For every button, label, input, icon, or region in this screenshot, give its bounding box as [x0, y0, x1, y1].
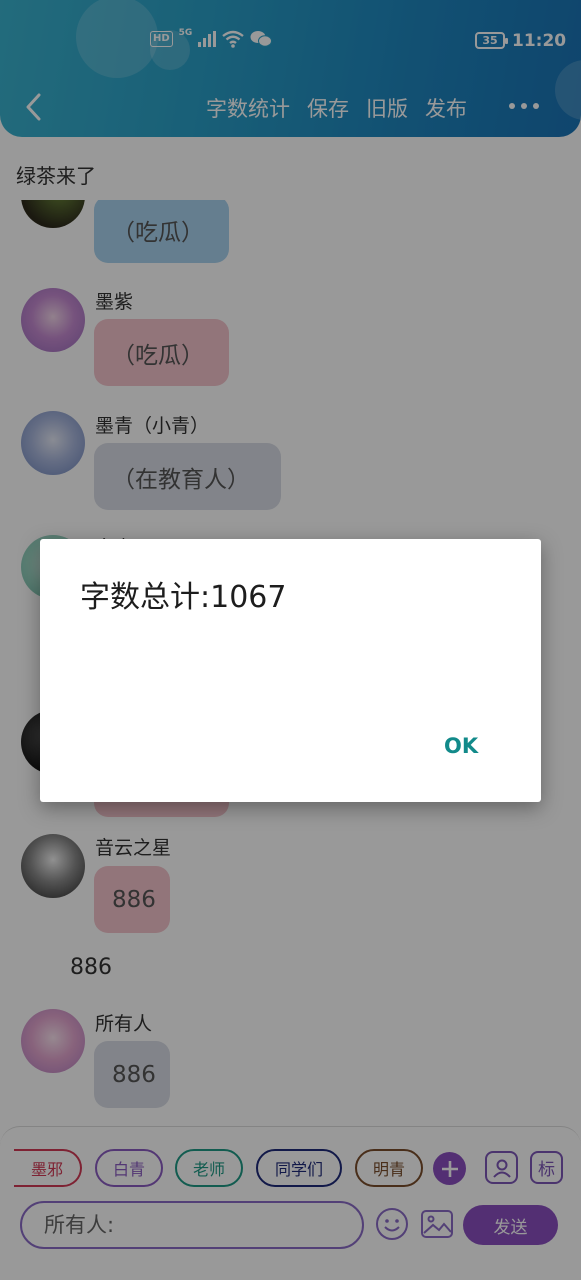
word-count-message: 字数总计:1067: [80, 580, 287, 615]
ok-button[interactable]: OK: [444, 734, 478, 758]
word-count-dialog: 字数总计:1067 OK: [40, 539, 541, 802]
